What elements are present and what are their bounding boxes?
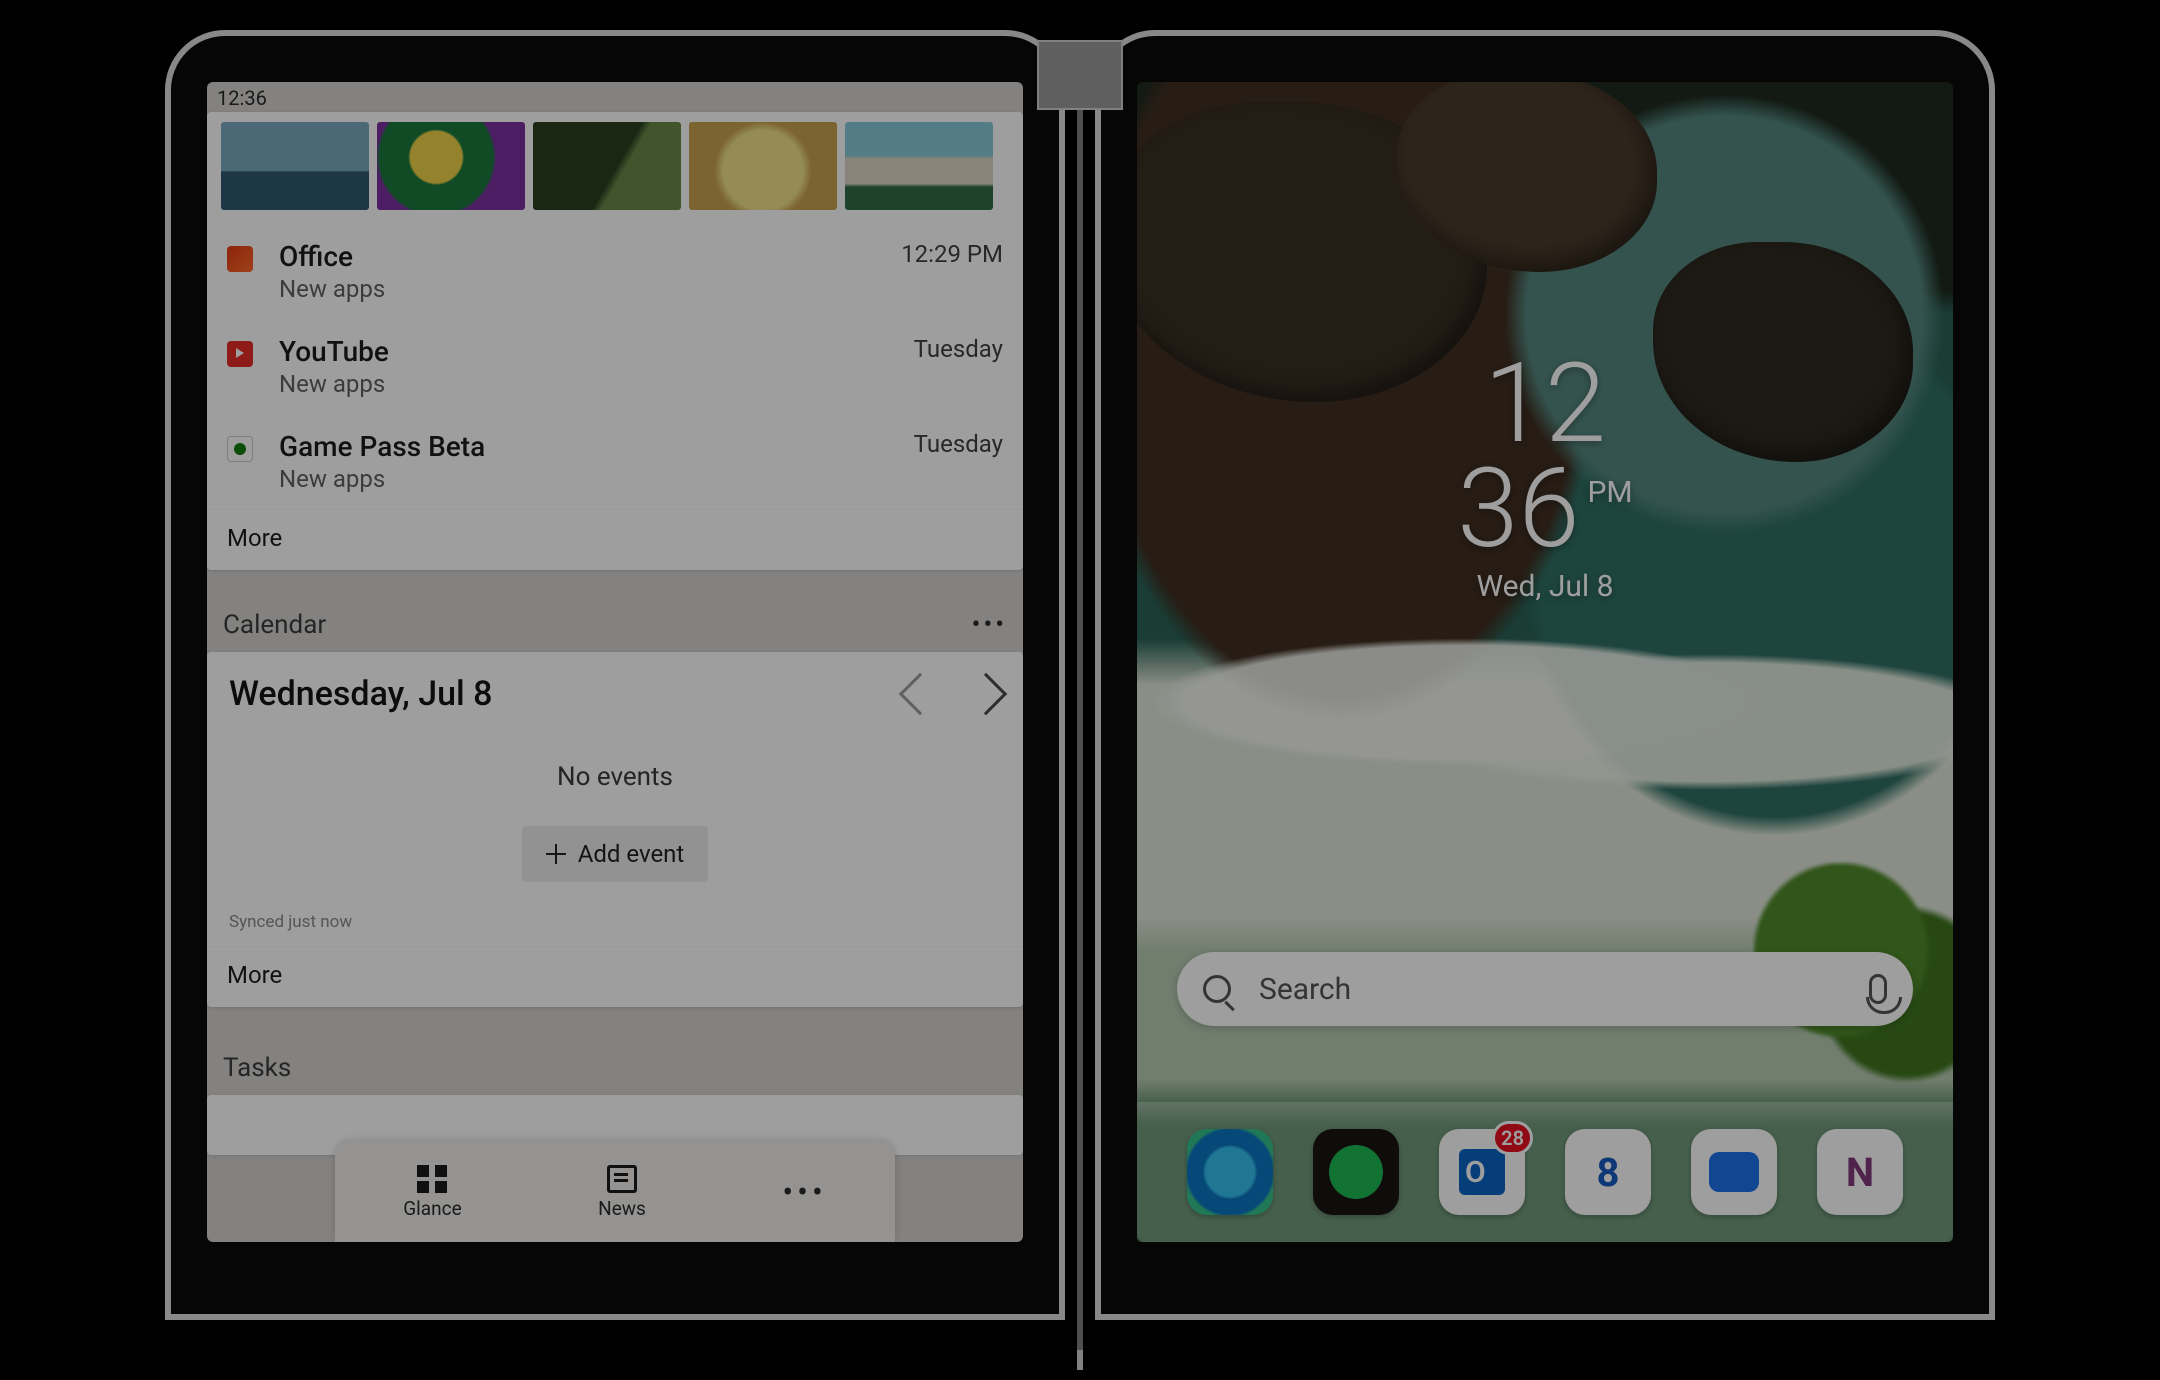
dock-app-edge[interactable] <box>1187 1129 1273 1215</box>
feed-item-title: Game Pass Beta <box>279 430 888 463</box>
plus-icon <box>546 844 566 864</box>
microphone-icon[interactable] <box>1869 974 1887 1004</box>
photo-thumbnail[interactable] <box>845 122 993 210</box>
app-dock: 28 <box>1137 1102 1953 1242</box>
feed-item-time: 12:29 PM <box>901 240 1003 268</box>
clock-minute: 36 <box>1457 457 1579 562</box>
feed-item-office[interactable]: Office New apps 12:29 PM <box>207 224 1023 319</box>
feed-item-subtitle: New apps <box>279 465 888 493</box>
nav-news-tab[interactable]: News <box>598 1165 646 1220</box>
feed-item-time: Tuesday <box>914 335 1003 363</box>
tasks-section-header: Tasks <box>207 1047 1023 1095</box>
photo-thumbnail[interactable] <box>533 122 681 210</box>
photo-thumbnails-row[interactable] <box>207 112 1023 224</box>
gamepass-icon <box>227 436 253 462</box>
calendar-no-events-label: No events <box>207 722 1023 826</box>
calendar-overflow-icon[interactable]: ••• <box>972 610 1007 640</box>
feed-item-subtitle: New apps <box>279 275 875 303</box>
calendar-section-header: Calendar ••• <box>207 610 1023 652</box>
volume-button[interactable] <box>1989 316 1995 536</box>
status-time: 12:36 <box>217 86 267 110</box>
photo-thumbnail[interactable] <box>221 122 369 210</box>
dock-app-onenote[interactable] <box>1817 1129 1903 1215</box>
feed-item-gamepass[interactable]: Game Pass Beta New apps Tuesday <box>207 414 1023 509</box>
calendar-card: Wednesday, Jul 8 No events Add event Syn… <box>207 652 1023 1007</box>
calendar-prev-icon[interactable] <box>899 673 941 715</box>
youtube-icon <box>227 341 253 367</box>
feed-screen[interactable]: 12:36 Office New apps 12:29 <box>207 82 1023 1242</box>
calendar-date-label: Wednesday, Jul 8 <box>229 674 492 714</box>
calendar-more-link[interactable]: More <box>207 946 1023 1007</box>
calendar-next-icon[interactable] <box>965 673 1007 715</box>
feed-item-subtitle: New apps <box>279 370 888 398</box>
nav-news-label: News <box>598 1197 646 1220</box>
wallpaper-foam <box>1137 602 1953 802</box>
clock-ampm: PM <box>1587 475 1632 510</box>
bottom-nav: Glance News ••• <box>335 1142 895 1242</box>
left-pane: 12:36 Office New apps 12:29 <box>165 30 1065 1320</box>
dock-app-spotify[interactable] <box>1313 1129 1399 1215</box>
clock-date: Wed, Jul 8 <box>1457 569 1632 604</box>
power-button[interactable] <box>1989 576 1995 696</box>
glance-icon <box>417 1165 447 1193</box>
clock-widget[interactable]: 12 36 PM Wed, Jul 8 <box>1457 352 1632 604</box>
dock-app-calendar[interactable] <box>1565 1129 1651 1215</box>
add-event-button[interactable]: Add event <box>522 826 709 882</box>
dock-app-outlook[interactable]: 28 <box>1439 1129 1525 1215</box>
clock-hour: 12 <box>1457 352 1632 457</box>
outlook-badge: 28 <box>1492 1121 1533 1155</box>
search-icon <box>1203 975 1231 1003</box>
news-icon <box>607 1165 637 1193</box>
calendar-synced-label: Synced just now <box>207 912 1023 946</box>
dock-app-messages[interactable] <box>1691 1129 1777 1215</box>
nav-glance-tab[interactable]: Glance <box>403 1165 461 1220</box>
tasks-section-title: Tasks <box>223 1053 291 1083</box>
photo-thumbnail[interactable] <box>689 122 837 210</box>
right-pane: 12 36 PM Wed, Jul 8 Search 28 <box>1095 30 1995 1320</box>
feed-item-youtube[interactable]: YouTube New apps Tuesday <box>207 319 1023 414</box>
add-event-label: Add event <box>578 840 685 868</box>
feed-more-link[interactable]: More <box>207 509 1023 570</box>
office-icon <box>227 246 253 272</box>
feed-item-time: Tuesday <box>914 430 1003 458</box>
nav-overflow-icon[interactable]: ••• <box>782 1173 826 1211</box>
search-placeholder: Search <box>1259 972 1869 1007</box>
status-bar: 12:36 <box>207 82 1023 112</box>
recent-apps-card: Office New apps 12:29 PM YouTube New app… <box>207 112 1023 570</box>
feed-item-title: Office <box>279 240 875 273</box>
feed-item-title: YouTube <box>279 335 888 368</box>
search-bar[interactable]: Search <box>1177 952 1913 1026</box>
nav-glance-label: Glance <box>403 1197 461 1220</box>
wallpaper-rock <box>1653 242 1913 462</box>
fingerprint-button[interactable] <box>1989 826 1995 1026</box>
calendar-section-title: Calendar <box>223 610 326 640</box>
dual-screen-device: 12:36 Office New apps 12:29 <box>140 30 2020 1380</box>
home-screen[interactable]: 12 36 PM Wed, Jul 8 Search 28 <box>1137 82 1953 1242</box>
photo-thumbnail[interactable] <box>377 122 525 210</box>
hinge <box>1077 90 1083 1370</box>
hinge-tab <box>1037 40 1123 110</box>
